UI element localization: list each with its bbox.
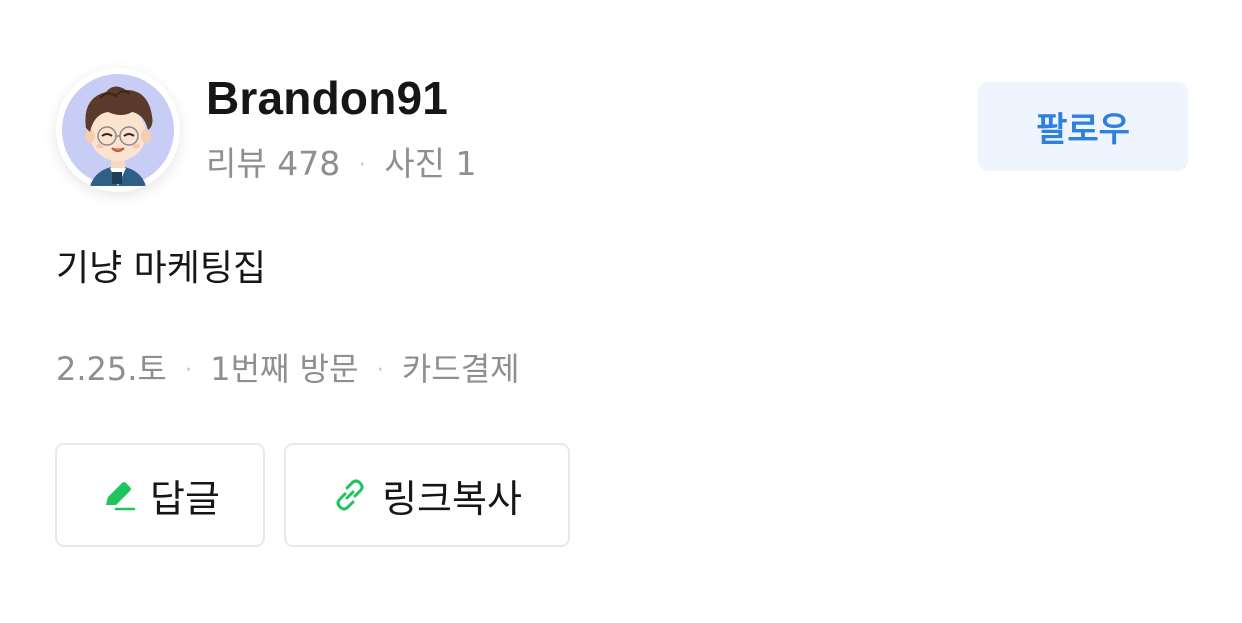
visit-info: 2.25.토 · 1번째 방문 · 카드결제: [56, 346, 520, 394]
avatar[interactable]: [56, 68, 180, 192]
username[interactable]: Brandon91: [206, 72, 448, 124]
review-count: 478: [277, 144, 341, 183]
copy-link-label: 링크복사: [382, 476, 522, 521]
reply-button[interactable]: 답글: [55, 443, 265, 547]
visit-separator: ·: [185, 358, 193, 383]
photo-count: 1: [455, 144, 477, 183]
photo-label: 사진: [384, 144, 445, 183]
review-label: 리뷰: [206, 144, 267, 183]
review-card: Brandon91 리뷰 478 · 사진 1 팔로우 기냥 마케팅집 2.25…: [0, 0, 1242, 623]
payment-method: 카드결제: [401, 350, 520, 388]
pencil-icon: [100, 477, 136, 513]
link-icon: [332, 477, 368, 513]
stats-separator: ·: [358, 152, 366, 178]
follow-button[interactable]: 팔로우: [978, 82, 1188, 171]
review-text: 기냥 마케팅집: [56, 248, 267, 289]
user-stats: 리뷰 478 · 사진 1: [206, 142, 476, 188]
visit-count: 1번째 방문: [210, 350, 359, 388]
reply-label: 답글: [150, 476, 220, 521]
avatar-illustration: [62, 74, 174, 186]
copy-link-button[interactable]: 링크복사: [284, 443, 570, 547]
visit-date: 2.25.토: [56, 350, 167, 388]
visit-separator: ·: [376, 358, 384, 383]
